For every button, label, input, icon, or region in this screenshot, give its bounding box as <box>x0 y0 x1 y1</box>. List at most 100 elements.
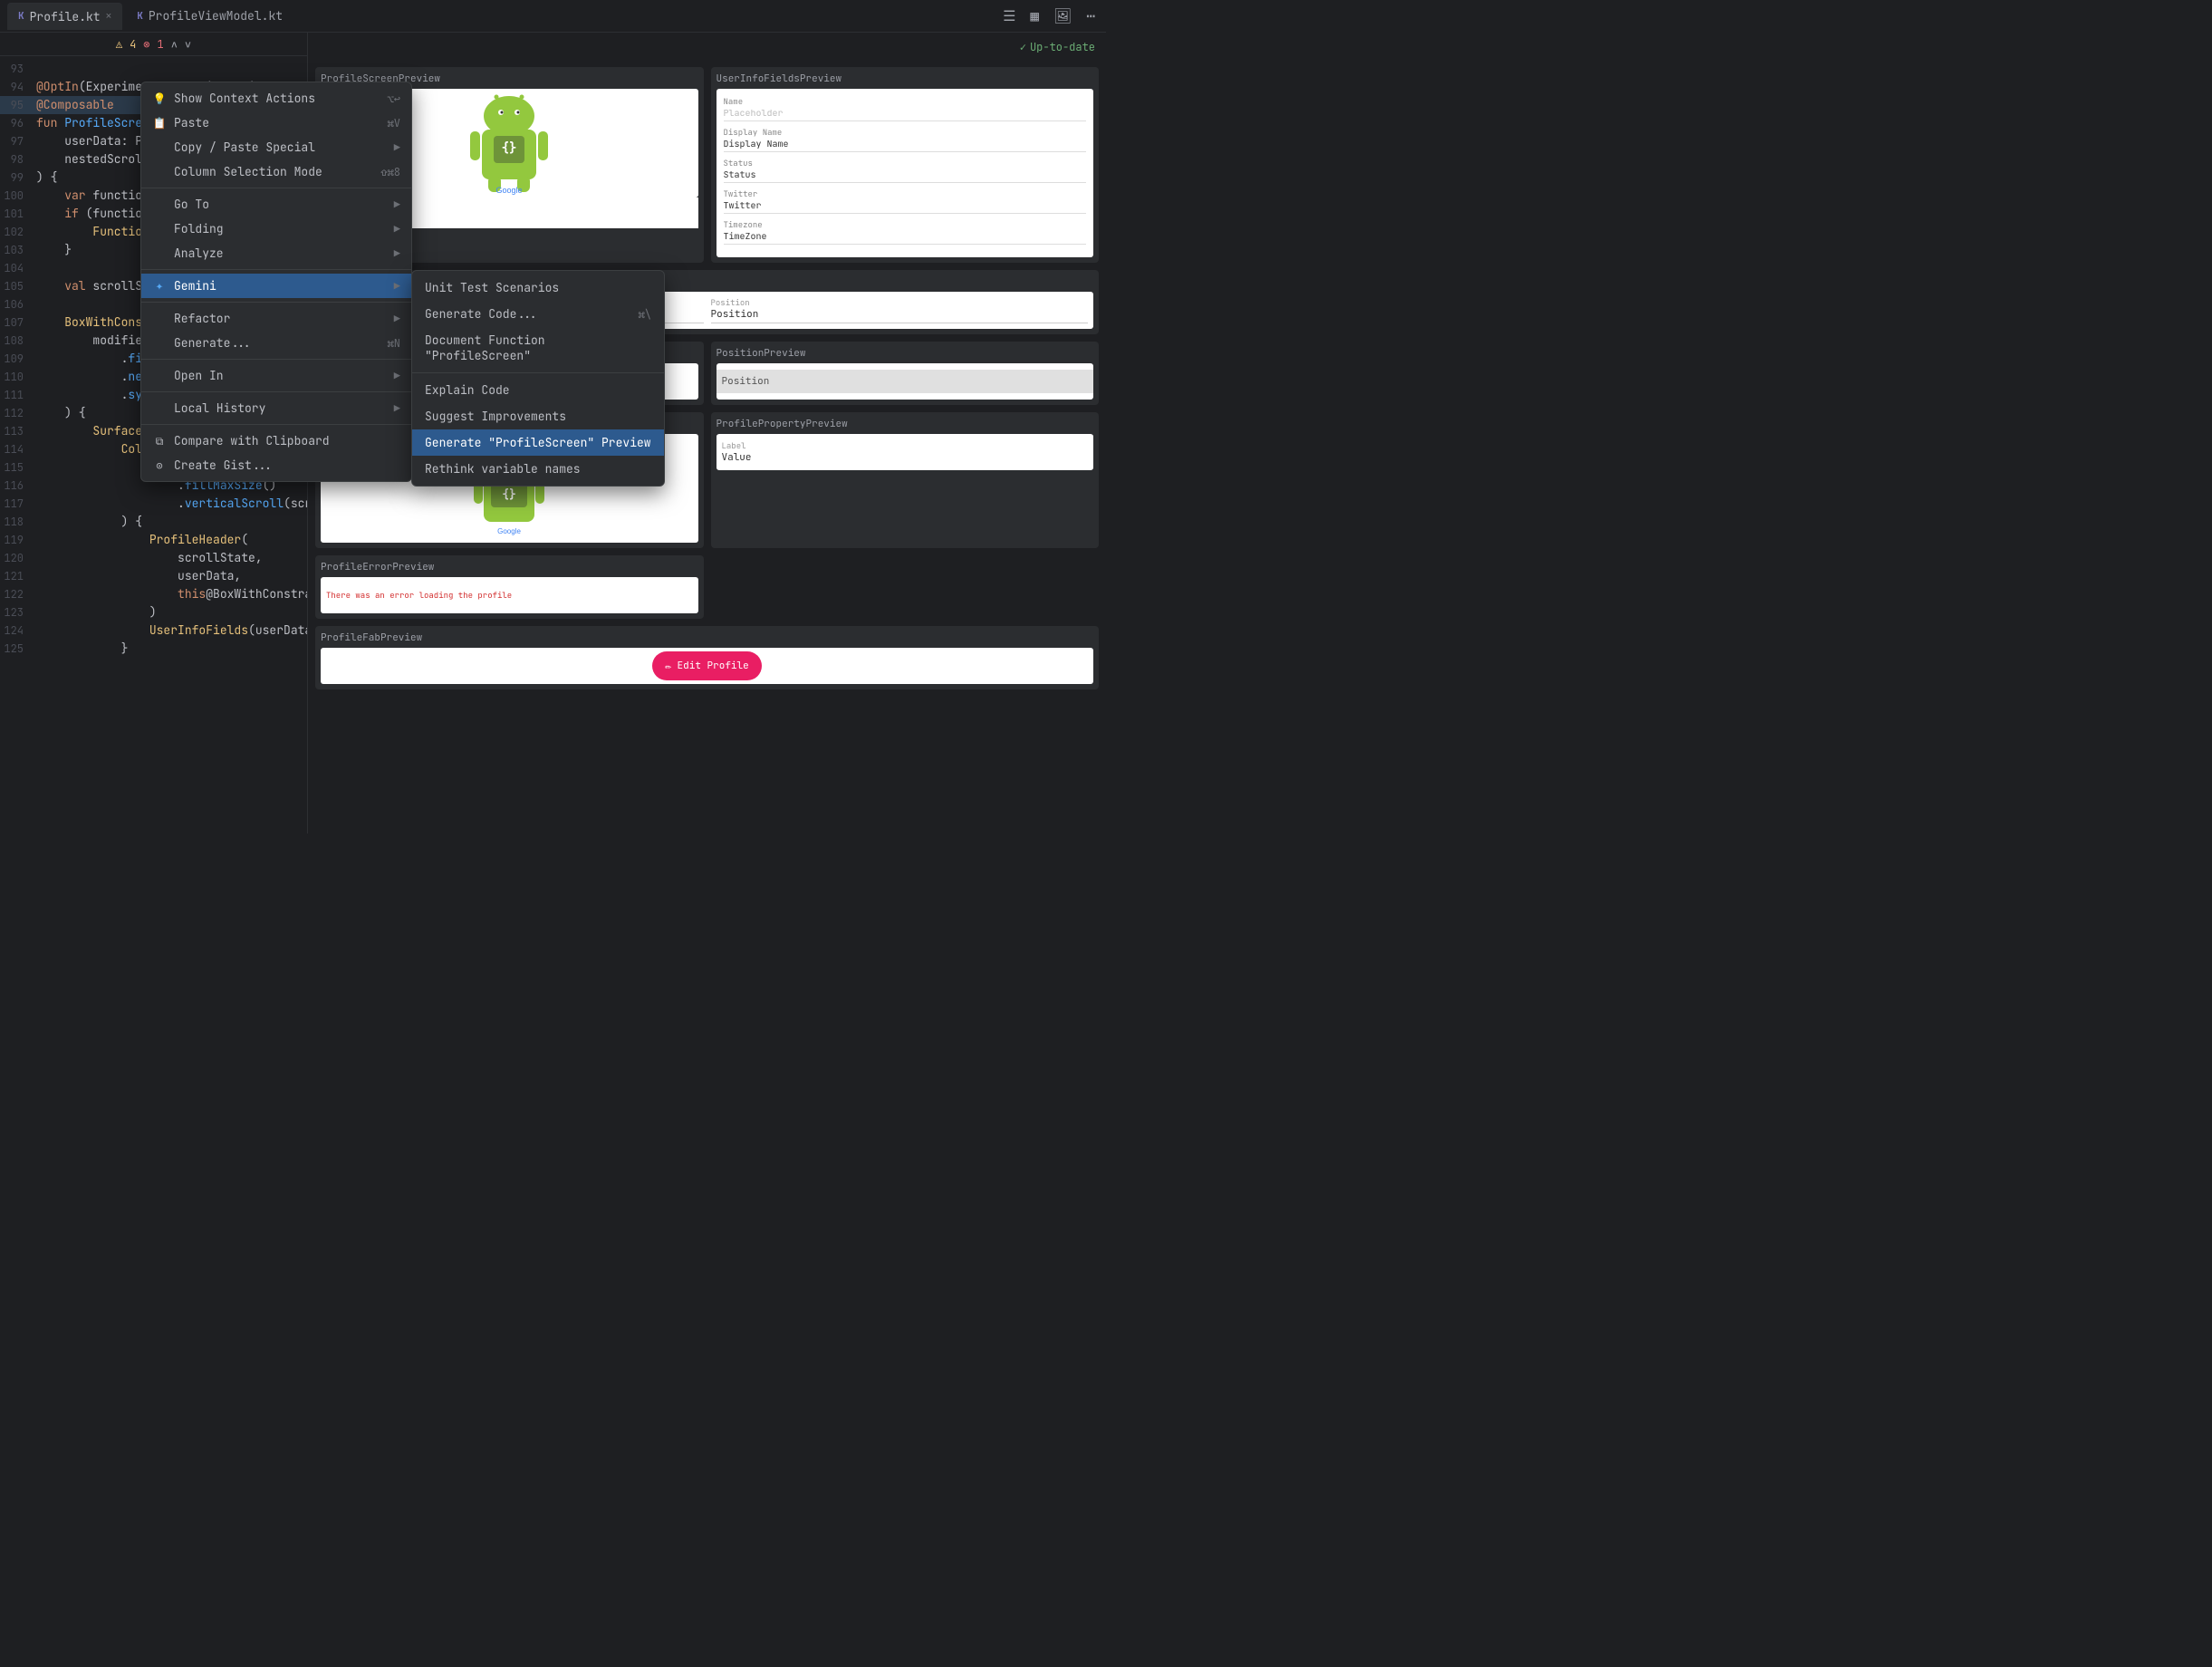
nav-down[interactable]: ∨ <box>185 37 191 52</box>
compare-clipboard-label: Compare with Clipboard <box>174 433 330 448</box>
kt-icon: K <box>18 10 24 23</box>
form-field-timezone: Timezone TimeZone <box>724 219 1087 245</box>
form-preview: Name Placeholder Display Name Display Na… <box>716 89 1094 257</box>
nav-up[interactable]: ∧ <box>171 37 178 52</box>
suggest-improvements-label: Suggest Improvements <box>425 409 566 424</box>
profile-fab-content: ✏ Edit Profile <box>321 648 1093 684</box>
generate-shortcut: ⌘N <box>388 336 400 351</box>
code-line-123: 123 ) <box>0 603 307 622</box>
close-icon-profile-kt[interactable]: ✕ <box>106 10 112 23</box>
menu-item-goto[interactable]: Go To ▶ <box>141 192 411 217</box>
refactor-arrow: ▶ <box>394 312 400 326</box>
menu-item-paste[interactable]: 📋 Paste ⌘V <box>141 111 411 135</box>
form-field-twitter: Twitter Twitter <box>724 188 1087 214</box>
separator-5 <box>141 391 411 392</box>
menu-item-column-selection[interactable]: Column Selection Mode ⇧⌘8 <box>141 159 411 184</box>
profile-error-preview-card: ProfileErrorPreview There was an error l… <box>315 555 704 619</box>
submenu-sep-1 <box>412 372 664 373</box>
code-line-122: 122 this@BoxWithConstraints.maxHeight <box>0 585 307 603</box>
analyze-label: Analyze <box>174 246 224 261</box>
tab-profileviewmodel-kt[interactable]: K ProfileViewModel.kt <box>126 3 293 29</box>
submenu-document-fn[interactable]: Document Function "ProfileScreen" <box>412 327 664 369</box>
menu-item-folding[interactable]: Folding ▶ <box>141 217 411 241</box>
picture-icon[interactable]: 🖼 <box>1050 3 1075 29</box>
menu-item-create-gist[interactable]: ⊙ Create Gist... <box>141 453 411 477</box>
goto-label: Go To <box>174 197 209 212</box>
generate-code-label: Generate Code... <box>425 306 538 322</box>
error-count: 1 <box>158 37 164 52</box>
copy-paste-arrow: ▶ <box>394 140 400 155</box>
form-field-display-name: Display Name Display Name <box>724 127 1087 152</box>
menu-item-refactor[interactable]: Refactor ▶ <box>141 306 411 331</box>
warning-count: 4 <box>130 37 136 52</box>
submenu-unit-test[interactable]: Unit Test Scenarios <box>412 275 664 301</box>
menu-item-gemini[interactable]: ✦ Gemini ▶ Unit Test Scenarios Generate … <box>141 274 411 298</box>
document-fn-label: Document Function "ProfileScreen" <box>425 332 651 363</box>
profile-property-preview-title: ProfilePropertyPreview <box>716 418 1094 430</box>
goto-icon <box>152 198 167 212</box>
menu-item-analyze[interactable]: Analyze ▶ <box>141 241 411 265</box>
position-preview-title: PositionPreview <box>716 347 1094 360</box>
fab-preview-btn: ✏ Edit Profile <box>652 651 761 680</box>
profile-property-content: Label Value <box>716 434 1094 470</box>
submenu-rethink-variables[interactable]: Rethink variable names <box>412 456 664 482</box>
form-field-name: Name Placeholder <box>724 96 1087 121</box>
fab-label: Edit Profile <box>678 660 749 672</box>
svg-text:{}: {} <box>502 487 516 502</box>
kt-icon-2: K <box>137 10 143 23</box>
layout-icon[interactable]: ▦ <box>1026 3 1043 29</box>
show-context-actions-label: Show Context Actions <box>174 91 315 106</box>
profile-fab-preview-title: ProfileFabPreview <box>321 631 1093 644</box>
gemini-submenu: Unit Test Scenarios Generate Code... ⌘\ … <box>411 270 665 487</box>
android-mascot-svg: {} Google <box>468 89 550 198</box>
create-gist-label: Create Gist... <box>174 458 273 473</box>
gemini-arrow: ▶ <box>394 279 400 294</box>
generate-label: Generate... <box>174 335 252 351</box>
check-icon: ✓ <box>1020 40 1026 54</box>
edit-icon: ✏ <box>665 659 671 673</box>
warning-bar: ⚠ 4 ⊗ 1 ∧ ∨ <box>0 33 307 56</box>
column-select-icon <box>152 165 167 179</box>
position-preview-content: Position <box>716 363 1094 400</box>
form-field-status: Status Status <box>724 158 1087 183</box>
error-icon: ⊗ <box>143 37 149 52</box>
menu-item-show-context-actions[interactable]: 💡 Show Context Actions ⌥↩ <box>141 86 411 111</box>
show-context-actions-shortcut: ⌥↩ <box>388 92 400 106</box>
position-preview-card: PositionPreview Position <box>711 342 1100 405</box>
up-to-date-badge: ✓ Up-to-date <box>1020 40 1095 54</box>
refactor-icon <box>152 312 167 326</box>
hamburger-icon[interactable]: ☰ <box>999 3 1019 29</box>
column-selection-shortcut: ⇧⌘8 <box>380 165 400 179</box>
menu-item-generate[interactable]: Generate... ⌘N <box>141 331 411 355</box>
submenu-explain-code[interactable]: Explain Code <box>412 377 664 403</box>
menu-item-compare-clipboard[interactable]: ⧉ Compare with Clipboard <box>141 429 411 453</box>
more-icon[interactable]: ⋯ <box>1082 3 1099 29</box>
userinfo-fields-preview-card: UserInfoFieldsPreview Name Placeholder D… <box>711 67 1100 263</box>
userinfo-fields-content: Name Placeholder Display Name Display Na… <box>716 89 1094 257</box>
separator-2 <box>141 269 411 270</box>
open-in-icon <box>152 369 167 383</box>
generate-icon <box>152 336 167 351</box>
separator-6 <box>141 424 411 425</box>
gemini-label: Gemini <box>174 278 216 294</box>
submenu-generate-code[interactable]: Generate Code... ⌘\ <box>412 301 664 327</box>
tab-profile-kt[interactable]: K Profile.kt ✕ <box>7 3 122 30</box>
menu-item-local-history[interactable]: Local History ▶ <box>141 396 411 420</box>
toolbar-right: ☰ ▦ 🖼 ⋯ <box>999 3 1099 29</box>
paste-icon: 📋 <box>152 116 167 130</box>
code-line-93: 93 <box>0 60 307 78</box>
svg-text:{}: {} <box>502 140 517 157</box>
submenu-generate-preview[interactable]: Generate "ProfileScreen" Preview <box>412 429 664 456</box>
editor-container: ⚠ 4 ⊗ 1 ∧ ∨ 93 94 @OptIn(ExperimentalMat… <box>0 33 1106 834</box>
menu-item-open-in[interactable]: Open In ▶ <box>141 363 411 388</box>
svg-text:Google: Google <box>496 186 523 195</box>
tab-bar: K Profile.kt ✕ K ProfileViewModel.kt ☰ ▦… <box>0 0 1106 33</box>
rethink-variables-label: Rethink variable names <box>425 461 581 477</box>
analyze-icon <box>152 246 167 261</box>
unit-test-label: Unit Test Scenarios <box>425 280 559 295</box>
warning-icon: ⚠ <box>116 37 122 52</box>
submenu-suggest-improvements[interactable]: Suggest Improvements <box>412 403 664 429</box>
local-history-label: Local History <box>174 400 265 416</box>
menu-item-copy-paste-special[interactable]: Copy / Paste Special ▶ <box>141 135 411 159</box>
tab-profileviewmodel-label: ProfileViewModel.kt <box>149 8 283 24</box>
